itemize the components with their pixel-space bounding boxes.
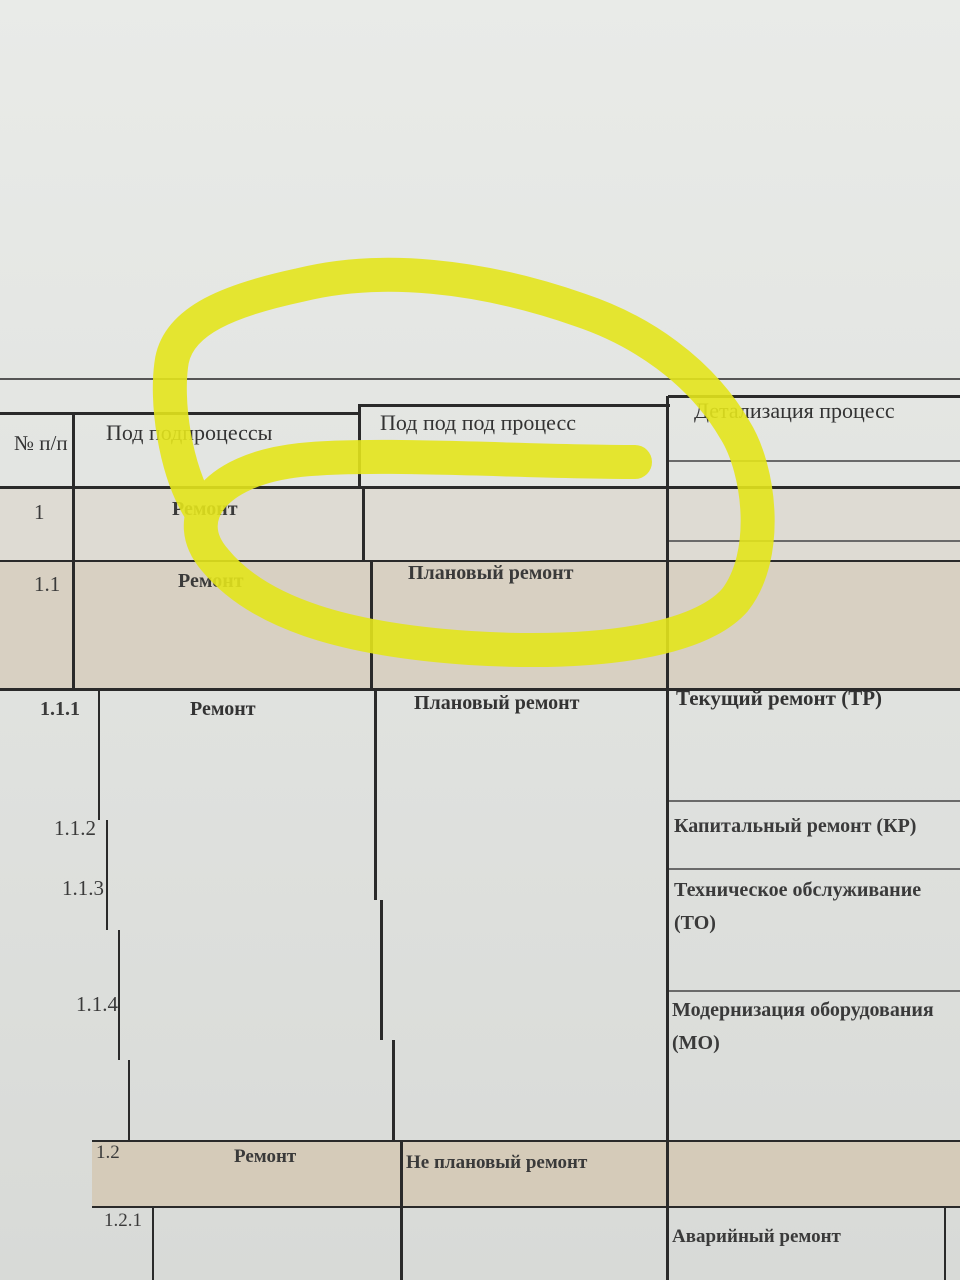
- row-1-2-1-number: 1.2.1: [104, 1210, 142, 1231]
- row-1-2-process: Не плановый ремонт: [406, 1152, 588, 1173]
- header-subprocesses: Под подпроцессы: [106, 420, 273, 445]
- spreadsheet-view: № п/п Под подпроцессы Под под под процес…: [0, 0, 960, 1280]
- row-1-1-4-detail: Модернизация оборудования (МО): [672, 999, 934, 1054]
- row-1-2-1-detail: Аварийный ремонт: [672, 1226, 841, 1247]
- row-1-2-subprocess: Ремонт: [234, 1146, 297, 1167]
- row-1-2-number: 1.2: [96, 1142, 120, 1163]
- header-sub-sub-process: Под под под процесс: [380, 410, 577, 435]
- row-1-1-1-process: Плановый ремонт: [414, 692, 580, 714]
- row-1-1-1-detail: Текущий ремонт (ТР): [676, 686, 883, 710]
- row-1-1-1-subprocess: Ремонт: [190, 698, 256, 720]
- row-1-number: 1: [34, 500, 45, 524]
- row-1-1-2-detail: Капитальный ремонт (КР): [674, 815, 917, 837]
- row-1-band: [0, 488, 960, 560]
- row-1-1-2-number: 1.1.2: [54, 816, 96, 840]
- row-1-1-1-number: 1.1.1: [40, 698, 80, 720]
- row-1-1-3-detail: Техническое обслуживание (ТО): [674, 879, 922, 934]
- row-1-1-number: 1.1: [34, 572, 61, 596]
- row-1-1-3-number: 1.1.3: [62, 876, 104, 900]
- header-num: № п/п: [14, 431, 68, 455]
- row-1-1-subprocess: Ремонт: [178, 570, 244, 592]
- row-1-1-4-number: 1.1.4: [76, 992, 118, 1016]
- header-process-detail: Детализация процесс: [694, 398, 895, 423]
- row-1-subprocess: Ремонт: [172, 498, 238, 520]
- row-1-1-process: Плановый ремонт: [408, 562, 574, 584]
